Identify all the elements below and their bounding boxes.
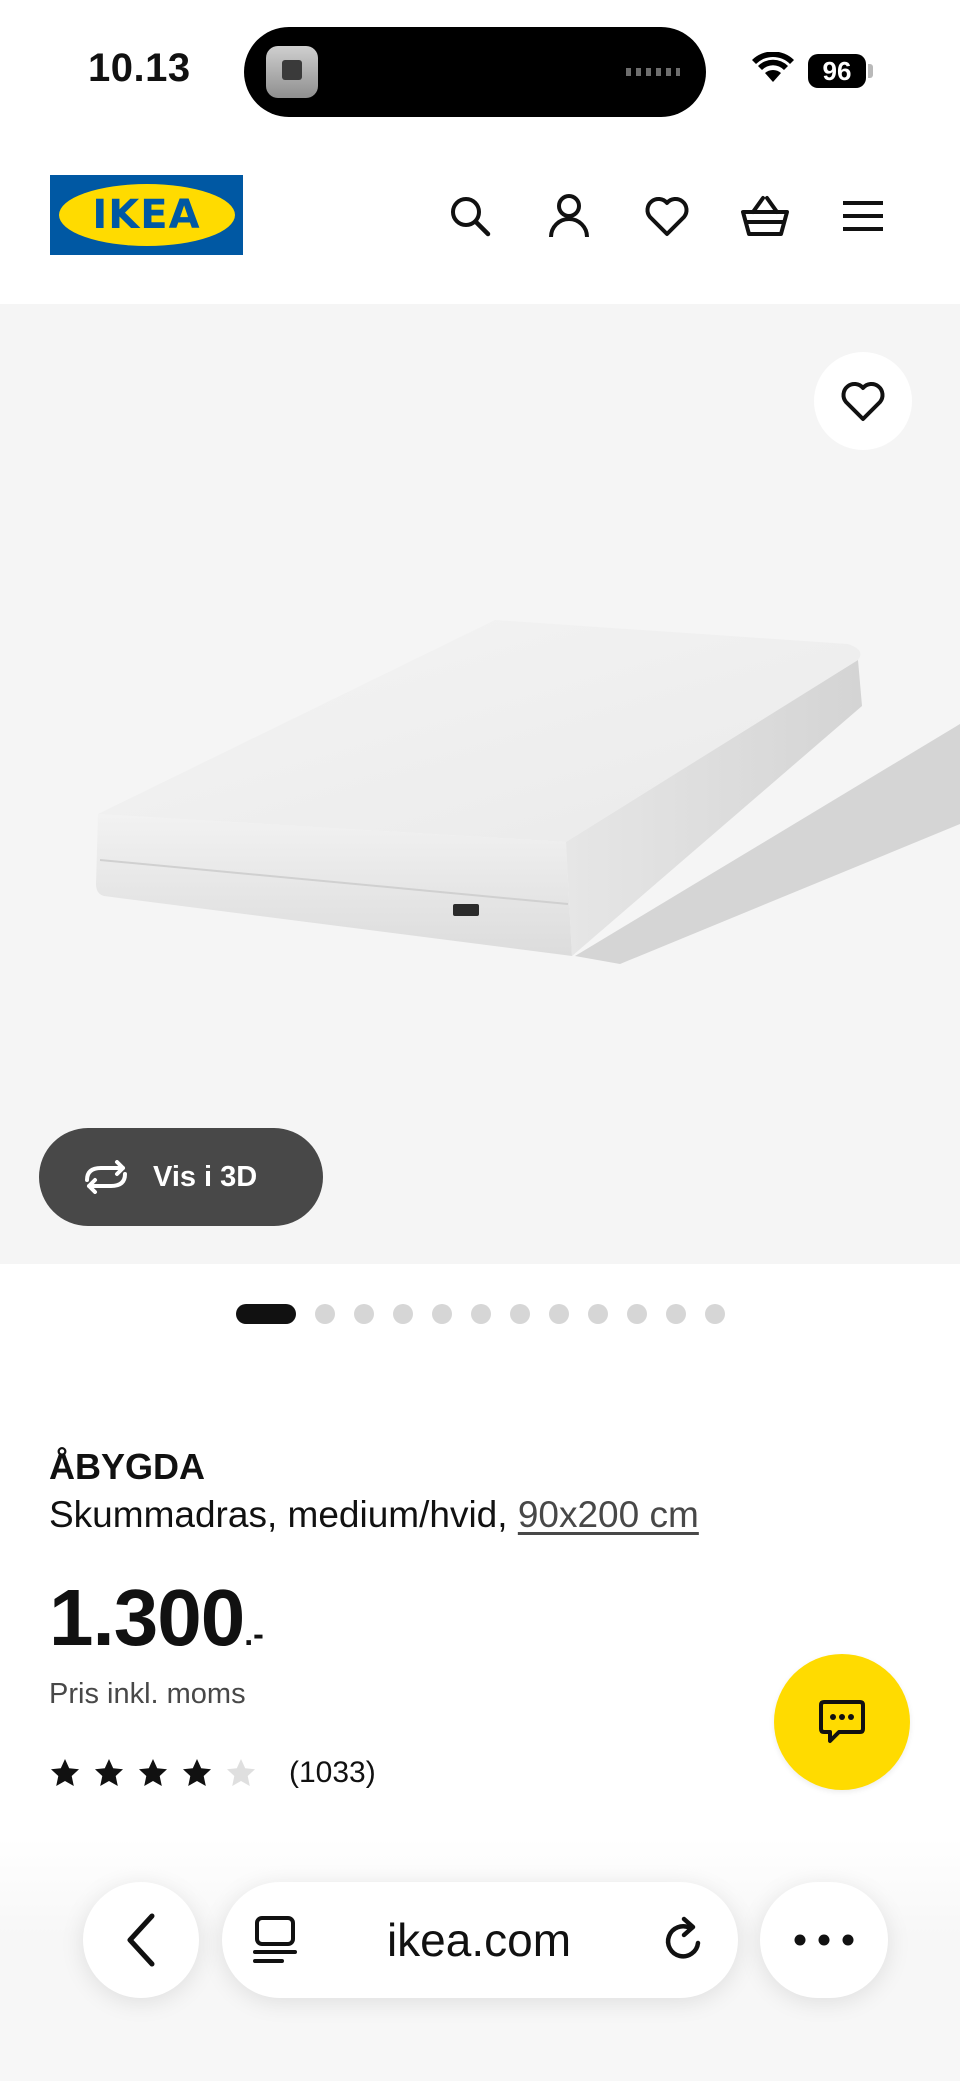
heart-icon [841,382,885,421]
browser-more-button[interactable] [760,1882,888,1998]
carousel-dot[interactable] [627,1304,647,1324]
price-integer: 1.300 [49,1573,245,1662]
carousel-dot[interactable] [471,1304,491,1324]
audio-wave-icon [626,68,680,76]
rating-stars [49,1757,269,1789]
island-app-icon [266,46,318,98]
back-icon [127,1913,155,1967]
star-filled-icon [139,1759,167,1786]
browser-toolbar: ikea.com [0,1838,960,2081]
ikea-logo[interactable]: IKEA [50,175,243,255]
logo-oval: IKEA [58,184,235,246]
price-note: Pris inkl. moms [49,1678,246,1710]
status-bar: 10.13 96 [0,0,960,140]
search-icon[interactable] [442,188,498,244]
battery-icon: 96 [808,54,866,88]
tabs-icon [253,1916,297,1963]
star-filled-icon [51,1759,79,1786]
view-in-3d-label: Vis i 3D [153,1160,258,1193]
star-empty-icon [227,1759,255,1786]
carousel-dot[interactable] [315,1304,335,1324]
carousel-dot[interactable] [354,1304,374,1324]
logo-text: IKEA [92,192,201,238]
more-icon [794,1934,854,1946]
product-image-gallery[interactable]: Vis i 3D [0,304,960,1264]
image-carousel-dots[interactable] [236,1304,744,1324]
battery-tip [868,64,873,78]
site-header: IKEA [0,140,960,304]
star-filled-icon [183,1759,211,1786]
product-price: 1.300.- [49,1572,264,1664]
status-time: 10.13 [88,46,191,90]
carousel-dot[interactable] [432,1304,452,1324]
url-text[interactable]: ikea.com [387,1913,571,1967]
address-bar[interactable]: ikea.com [222,1882,738,1998]
carousel-dot[interactable] [666,1304,686,1324]
carousel-dot[interactable] [588,1304,608,1324]
carousel-dot[interactable] [705,1304,725,1324]
reload-icon[interactable] [660,1915,708,1965]
wifi-icon [752,52,794,82]
product-rating[interactable]: (1033) [49,1756,376,1790]
rotate-3d-icon [85,1160,127,1194]
chat-icon [819,1700,865,1743]
carousel-dot[interactable] [393,1304,413,1324]
mattress-image [96,620,960,964]
product-type: Skummadras, medium/hvid, [49,1494,508,1535]
carousel-dot[interactable] [236,1304,296,1324]
heart-icon[interactable] [639,188,695,244]
star-filled-icon [95,1759,123,1786]
product-description: Skummadras, medium/hvid, 90x200 cm [49,1494,699,1536]
menu-icon[interactable] [835,188,891,244]
carousel-dot[interactable] [510,1304,530,1324]
chat-button[interactable] [774,1654,910,1790]
rating-count: (1033) [289,1756,376,1789]
price-suffix: .- [244,1616,264,1652]
product-name: ÅBYGDA [49,1446,206,1487]
view-in-3d-button[interactable]: Vis i 3D [39,1128,323,1226]
cart-icon[interactable] [737,188,793,244]
account-icon[interactable] [541,188,597,244]
browser-back-button[interactable] [83,1882,199,1998]
carousel-dot[interactable] [549,1304,569,1324]
dimension-link[interactable]: 90x200 cm [518,1494,699,1535]
add-to-favorites-button[interactable] [814,352,912,450]
dynamic-island [244,27,706,117]
